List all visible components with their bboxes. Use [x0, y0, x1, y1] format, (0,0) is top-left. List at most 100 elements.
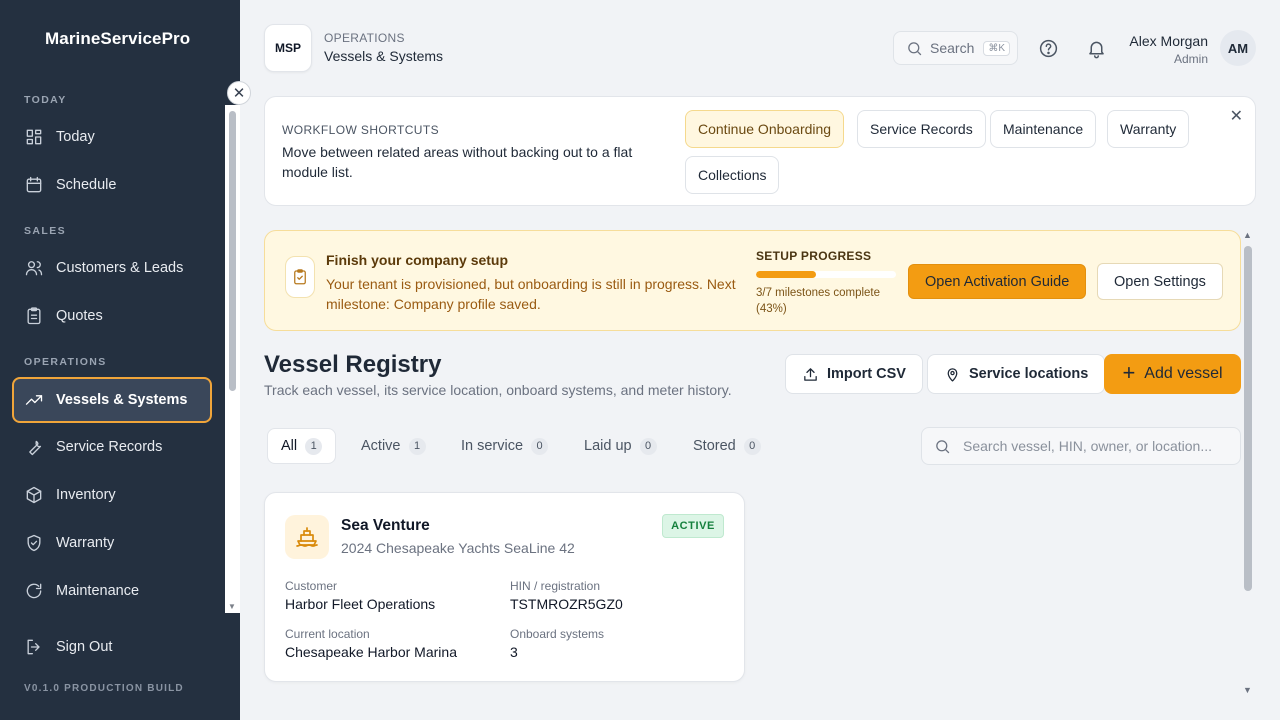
sidebar-item-vessels[interactable]: Vessels & Systems: [12, 377, 212, 423]
sidebar-item-label: Schedule: [56, 177, 117, 193]
shortcut-maintenance[interactable]: Maintenance: [990, 110, 1097, 148]
trending-icon: [24, 390, 44, 410]
sidebar-item-maintenance[interactable]: Maintenance: [12, 569, 212, 613]
scroll-down-arrow-icon[interactable]: ▼: [228, 602, 236, 611]
sidebar-item-warranty[interactable]: Warranty: [12, 521, 212, 565]
sidebar-item-label: Inventory: [56, 487, 116, 503]
search-icon: [936, 439, 950, 453]
tab-label: All: [281, 438, 298, 454]
sidebar-item-service-records[interactable]: Service Records: [12, 425, 212, 469]
customer-value: Harbor Fleet Operations: [285, 596, 436, 612]
main-scrollbar[interactable]: ▲ ▼: [1241, 230, 1256, 695]
scroll-down-arrow-icon[interactable]: ▼: [1243, 685, 1252, 695]
service-locations-label: Service locations: [969, 366, 1089, 382]
registry-subtitle: Track each vessel, its service location,…: [264, 382, 732, 398]
clipboard-icon: [24, 306, 44, 326]
tab-label: Stored: [693, 438, 736, 454]
tab-count: 0: [639, 437, 657, 455]
tab-all[interactable]: All 1: [267, 428, 337, 464]
sidebar-item-quotes[interactable]: Quotes: [12, 294, 212, 338]
sidebar-item-label: Quotes: [56, 308, 103, 324]
box-icon: [24, 485, 44, 505]
clipboard-check-icon: [285, 256, 315, 298]
import-csv-button[interactable]: Import CSV: [785, 354, 923, 394]
import-csv-label: Import CSV: [827, 366, 906, 382]
location-label: Current location: [285, 627, 370, 641]
sidebar-item-inventory[interactable]: Inventory: [12, 473, 212, 517]
map-pin-icon: [947, 367, 958, 382]
help-button[interactable]: [1036, 36, 1060, 60]
ship-icon: [285, 515, 329, 559]
tab-laid-up[interactable]: Laid up 0: [571, 428, 670, 464]
sign-out-button[interactable]: Sign Out: [12, 625, 212, 669]
tab-count: 0: [531, 437, 549, 455]
location-value: Chesapeake Harbor Marina: [285, 644, 457, 660]
tab-active[interactable]: Active 1: [348, 428, 439, 464]
upload-icon: [804, 367, 817, 381]
grid-icon: [24, 127, 44, 147]
scroll-up-arrow-icon[interactable]: ▲: [1243, 230, 1252, 240]
hin-value: TSTMROZR5GZ0: [510, 596, 623, 612]
shortcuts-description: Move between related areas without backi…: [282, 144, 633, 180]
notifications-button[interactable]: [1084, 36, 1108, 60]
setup-banner: Finish your company setup Your tenant is…: [264, 230, 1241, 331]
wrench-icon: [24, 437, 44, 457]
refresh-icon: [24, 581, 44, 601]
section-label-today: TODAY: [24, 94, 67, 106]
customer-label: Customer: [285, 579, 338, 593]
plus-icon: +: [1122, 360, 1136, 385]
sidebar-item-label: Maintenance: [56, 583, 140, 599]
tab-label: Laid up: [584, 438, 632, 454]
search-shortcut: ⌘K: [983, 40, 1011, 56]
open-activation-guide-button[interactable]: Open Activation Guide: [908, 264, 1087, 299]
sidebar-item-today[interactable]: Today: [12, 115, 212, 159]
tab-label: Active: [361, 438, 401, 454]
vessel-name[interactable]: Sea Venture: [341, 517, 430, 535]
sidebar: MarineServicePro TODAY Today Schedule SA…: [0, 0, 240, 720]
vessel-search-input[interactable]: [963, 438, 1223, 454]
hin-label: HIN / registration: [510, 579, 601, 593]
tab-stored[interactable]: Stored 0: [680, 428, 774, 464]
sidebar-collapse-button[interactable]: ✕: [227, 81, 251, 105]
tab-in-service[interactable]: In service 0: [448, 428, 561, 464]
app-logo[interactable]: MSP: [264, 24, 312, 72]
vessel-search-field[interactable]: [921, 427, 1241, 465]
user-name[interactable]: Alex Morgan: [1129, 33, 1208, 49]
logout-icon: [24, 637, 44, 657]
shortcut-warranty[interactable]: Warranty: [1107, 110, 1190, 148]
workflow-shortcuts-panel: WORKFLOW SHORTCUTS Move between related …: [264, 96, 1256, 206]
systems-label: Onboard systems: [510, 627, 605, 641]
page-title: Vessels & Systems: [324, 48, 444, 64]
close-icon[interactable]: ✕: [1230, 106, 1243, 126]
vessel-card[interactable]: Sea Venture 2024 Chesapeake Yachts SeaLi…: [264, 492, 745, 682]
global-search-button[interactable]: Search ⌘K: [893, 31, 1018, 65]
version-label: V0.1.0 PRODUCTION BUILD: [24, 683, 184, 694]
shortcut-service-records[interactable]: Service Records: [857, 110, 986, 148]
user-role: Admin: [1173, 52, 1208, 66]
sidebar-item-label: Customers & Leads: [56, 260, 184, 276]
scrollbar-thumb[interactable]: [1244, 246, 1252, 591]
setup-progress-text: 3/7 milestones complete (43%): [756, 287, 881, 315]
help-icon: [1039, 39, 1057, 57]
service-locations-button[interactable]: Service locations: [927, 354, 1106, 394]
brand-name[interactable]: MarineServicePro: [45, 29, 190, 49]
scrollbar-thumb[interactable]: [229, 111, 236, 391]
sidebar-item-schedule[interactable]: Schedule: [12, 163, 212, 207]
shortcut-collections[interactable]: Collections: [685, 156, 780, 194]
shortcut-continue-onboarding[interactable]: Continue Onboarding: [685, 110, 845, 148]
shortcuts-eyebrow: WORKFLOW SHORTCUTS: [282, 123, 439, 137]
open-settings-button[interactable]: Open Settings: [1097, 263, 1223, 300]
sidebar-item-customers[interactable]: Customers & Leads: [12, 246, 212, 290]
setup-progress-bar: [756, 271, 896, 278]
search-label: Search: [930, 40, 975, 56]
search-icon: [908, 41, 922, 55]
calendar-icon: [24, 175, 44, 195]
sidebar-scrollbar[interactable]: ▼: [225, 105, 240, 613]
shield-icon: [24, 533, 44, 553]
systems-value: 3: [510, 644, 518, 660]
sidebar-item-label: Today: [56, 129, 95, 145]
setup-title: Finish your company setup: [326, 252, 509, 268]
tab-count: 0: [743, 437, 761, 455]
add-vessel-button[interactable]: + Add vessel: [1104, 354, 1241, 394]
avatar[interactable]: AM: [1220, 30, 1256, 66]
